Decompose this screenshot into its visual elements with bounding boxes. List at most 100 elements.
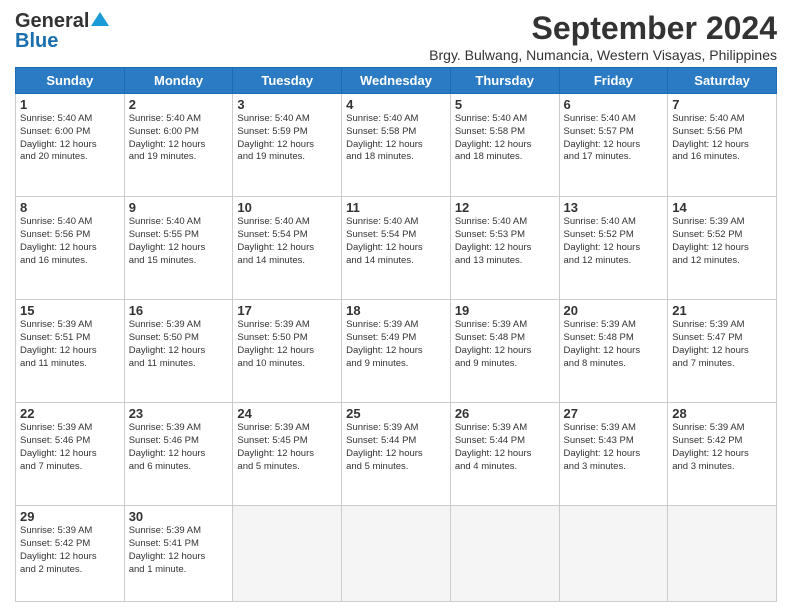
table-row: 1Sunrise: 5:40 AM Sunset: 6:00 PM Daylig… xyxy=(16,94,125,197)
calendar-week-3: 15Sunrise: 5:39 AM Sunset: 5:51 PM Dayli… xyxy=(16,300,777,403)
table-row: 28Sunrise: 5:39 AM Sunset: 5:42 PM Dayli… xyxy=(668,403,777,506)
day-number: 8 xyxy=(20,200,120,215)
day-number: 12 xyxy=(455,200,555,215)
table-row: 8Sunrise: 5:40 AM Sunset: 5:56 PM Daylig… xyxy=(16,197,125,300)
table-row: 23Sunrise: 5:39 AM Sunset: 5:46 PM Dayli… xyxy=(124,403,233,506)
table-row: 10Sunrise: 5:40 AM Sunset: 5:54 PM Dayli… xyxy=(233,197,342,300)
table-row: 18Sunrise: 5:39 AM Sunset: 5:49 PM Dayli… xyxy=(342,300,451,403)
calendar-week-2: 8Sunrise: 5:40 AM Sunset: 5:56 PM Daylig… xyxy=(16,197,777,300)
table-row: 17Sunrise: 5:39 AM Sunset: 5:50 PM Dayli… xyxy=(233,300,342,403)
day-info: Sunrise: 5:39 AM Sunset: 5:46 PM Dayligh… xyxy=(129,422,206,471)
day-info: Sunrise: 5:40 AM Sunset: 5:56 PM Dayligh… xyxy=(672,113,749,162)
day-number: 11 xyxy=(346,200,446,215)
table-row: 27Sunrise: 5:39 AM Sunset: 5:43 PM Dayli… xyxy=(559,403,668,506)
table-row xyxy=(450,506,559,602)
day-info: Sunrise: 5:39 AM Sunset: 5:46 PM Dayligh… xyxy=(20,422,97,471)
table-row: 6Sunrise: 5:40 AM Sunset: 5:57 PM Daylig… xyxy=(559,94,668,197)
table-row: 14Sunrise: 5:39 AM Sunset: 5:52 PM Dayli… xyxy=(668,197,777,300)
day-number: 2 xyxy=(129,97,229,112)
day-number: 18 xyxy=(346,303,446,318)
table-row: 9Sunrise: 5:40 AM Sunset: 5:55 PM Daylig… xyxy=(124,197,233,300)
day-info: Sunrise: 5:39 AM Sunset: 5:44 PM Dayligh… xyxy=(346,422,423,471)
table-row xyxy=(342,506,451,602)
day-info: Sunrise: 5:40 AM Sunset: 5:57 PM Dayligh… xyxy=(564,113,641,162)
table-row: 2Sunrise: 5:40 AM Sunset: 6:00 PM Daylig… xyxy=(124,94,233,197)
table-row: 15Sunrise: 5:39 AM Sunset: 5:51 PM Dayli… xyxy=(16,300,125,403)
day-info: Sunrise: 5:39 AM Sunset: 5:47 PM Dayligh… xyxy=(672,319,749,368)
table-row: 13Sunrise: 5:40 AM Sunset: 5:52 PM Dayli… xyxy=(559,197,668,300)
day-info: Sunrise: 5:40 AM Sunset: 5:56 PM Dayligh… xyxy=(20,216,97,265)
day-number: 24 xyxy=(237,406,337,421)
day-number: 21 xyxy=(672,303,772,318)
day-number: 3 xyxy=(237,97,337,112)
table-row: 22Sunrise: 5:39 AM Sunset: 5:46 PM Dayli… xyxy=(16,403,125,506)
day-number: 4 xyxy=(346,97,446,112)
title-section: September 2024 Brgy. Bulwang, Numancia, … xyxy=(429,10,777,63)
day-number: 23 xyxy=(129,406,229,421)
day-info: Sunrise: 5:39 AM Sunset: 5:50 PM Dayligh… xyxy=(237,319,314,368)
day-number: 17 xyxy=(237,303,337,318)
page: General Blue September 2024 Brgy. Bulwan… xyxy=(0,0,792,612)
day-number: 6 xyxy=(564,97,664,112)
day-number: 7 xyxy=(672,97,772,112)
table-row xyxy=(559,506,668,602)
subtitle: Brgy. Bulwang, Numancia, Western Visayas… xyxy=(429,47,777,63)
table-row: 24Sunrise: 5:39 AM Sunset: 5:45 PM Dayli… xyxy=(233,403,342,506)
day-number: 20 xyxy=(564,303,664,318)
day-info: Sunrise: 5:40 AM Sunset: 5:52 PM Dayligh… xyxy=(564,216,641,265)
day-info: Sunrise: 5:39 AM Sunset: 5:48 PM Dayligh… xyxy=(455,319,532,368)
day-number: 26 xyxy=(455,406,555,421)
logo: General Blue xyxy=(15,10,109,53)
col-thursday: Thursday xyxy=(450,68,559,94)
table-row: 30Sunrise: 5:39 AM Sunset: 5:41 PM Dayli… xyxy=(124,506,233,602)
day-info: Sunrise: 5:39 AM Sunset: 5:48 PM Dayligh… xyxy=(564,319,641,368)
calendar-week-1: 1Sunrise: 5:40 AM Sunset: 6:00 PM Daylig… xyxy=(16,94,777,197)
day-info: Sunrise: 5:40 AM Sunset: 5:54 PM Dayligh… xyxy=(237,216,314,265)
day-info: Sunrise: 5:40 AM Sunset: 5:54 PM Dayligh… xyxy=(346,216,423,265)
table-row xyxy=(233,506,342,602)
day-number: 10 xyxy=(237,200,337,215)
day-number: 30 xyxy=(129,509,229,524)
col-sunday: Sunday xyxy=(16,68,125,94)
table-row: 16Sunrise: 5:39 AM Sunset: 5:50 PM Dayli… xyxy=(124,300,233,403)
day-info: Sunrise: 5:39 AM Sunset: 5:50 PM Dayligh… xyxy=(129,319,206,368)
day-info: Sunrise: 5:40 AM Sunset: 5:55 PM Dayligh… xyxy=(129,216,206,265)
day-number: 9 xyxy=(129,200,229,215)
day-number: 14 xyxy=(672,200,772,215)
day-number: 15 xyxy=(20,303,120,318)
day-number: 19 xyxy=(455,303,555,318)
day-info: Sunrise: 5:39 AM Sunset: 5:42 PM Dayligh… xyxy=(20,525,97,574)
day-number: 22 xyxy=(20,406,120,421)
day-info: Sunrise: 5:39 AM Sunset: 5:41 PM Dayligh… xyxy=(129,525,206,574)
logo-icon xyxy=(91,10,109,28)
day-number: 27 xyxy=(564,406,664,421)
table-row: 29Sunrise: 5:39 AM Sunset: 5:42 PM Dayli… xyxy=(16,506,125,602)
day-number: 28 xyxy=(672,406,772,421)
day-info: Sunrise: 5:40 AM Sunset: 5:53 PM Dayligh… xyxy=(455,216,532,265)
day-info: Sunrise: 5:40 AM Sunset: 6:00 PM Dayligh… xyxy=(129,113,206,162)
table-row: 25Sunrise: 5:39 AM Sunset: 5:44 PM Dayli… xyxy=(342,403,451,506)
day-number: 29 xyxy=(20,509,120,524)
day-number: 1 xyxy=(20,97,120,112)
calendar-table: Sunday Monday Tuesday Wednesday Thursday… xyxy=(15,67,777,602)
day-info: Sunrise: 5:40 AM Sunset: 5:59 PM Dayligh… xyxy=(237,113,314,162)
table-row: 3Sunrise: 5:40 AM Sunset: 5:59 PM Daylig… xyxy=(233,94,342,197)
day-info: Sunrise: 5:40 AM Sunset: 5:58 PM Dayligh… xyxy=(455,113,532,162)
table-row: 12Sunrise: 5:40 AM Sunset: 5:53 PM Dayli… xyxy=(450,197,559,300)
main-title: September 2024 xyxy=(429,10,777,47)
col-friday: Friday xyxy=(559,68,668,94)
col-tuesday: Tuesday xyxy=(233,68,342,94)
day-info: Sunrise: 5:39 AM Sunset: 5:44 PM Dayligh… xyxy=(455,422,532,471)
day-info: Sunrise: 5:39 AM Sunset: 5:49 PM Dayligh… xyxy=(346,319,423,368)
table-row: 7Sunrise: 5:40 AM Sunset: 5:56 PM Daylig… xyxy=(668,94,777,197)
col-monday: Monday xyxy=(124,68,233,94)
day-info: Sunrise: 5:39 AM Sunset: 5:42 PM Dayligh… xyxy=(672,422,749,471)
calendar-week-5: 29Sunrise: 5:39 AM Sunset: 5:42 PM Dayli… xyxy=(16,506,777,602)
day-number: 16 xyxy=(129,303,229,318)
day-info: Sunrise: 5:40 AM Sunset: 6:00 PM Dayligh… xyxy=(20,113,97,162)
header: General Blue September 2024 Brgy. Bulwan… xyxy=(15,10,777,63)
table-row xyxy=(668,506,777,602)
col-saturday: Saturday xyxy=(668,68,777,94)
header-row: Sunday Monday Tuesday Wednesday Thursday… xyxy=(16,68,777,94)
table-row: 26Sunrise: 5:39 AM Sunset: 5:44 PM Dayli… xyxy=(450,403,559,506)
